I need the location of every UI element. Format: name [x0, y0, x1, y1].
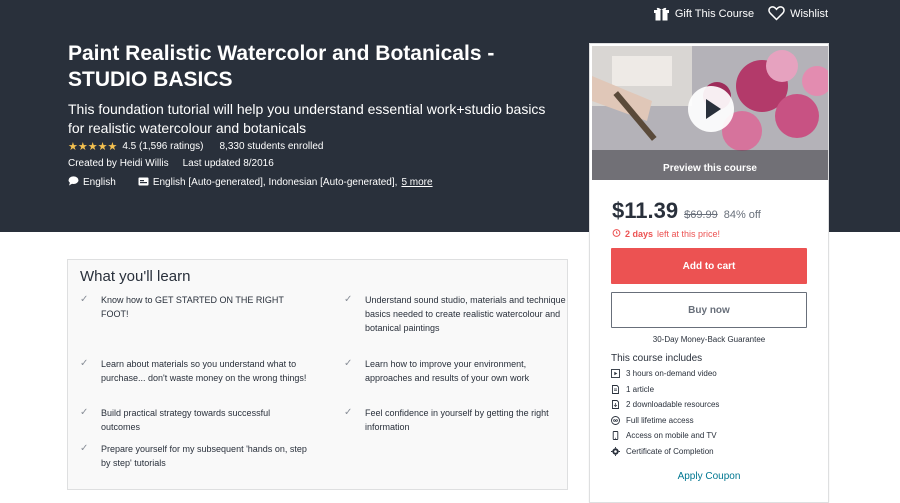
check-icon: ✓ [344, 358, 353, 369]
instructor-credit[interactable]: Created by Heidi Willis [68, 158, 169, 169]
includes-title: This course includes [611, 353, 703, 364]
top-actions: Gift This Course Wishlist [653, 6, 828, 21]
check-icon: ✓ [80, 294, 89, 305]
includes-list: 3 hours on-demand video 1 article 2 down… [611, 366, 719, 459]
sale-timer: 2 days left at this price! [612, 228, 720, 239]
check-icon: ✓ [80, 443, 89, 454]
captions-languages: English [Auto-generated], Indonesian [Au… [152, 177, 398, 188]
check-icon: ✓ [344, 294, 353, 305]
wishlist-label: Wishlist [790, 7, 828, 20]
wishlist-button[interactable]: Wishlist [768, 6, 828, 21]
check-icon: ✓ [80, 358, 89, 369]
discount-percent: 84% off [723, 209, 761, 221]
enrolled-count: 8,330 students enrolled [219, 141, 324, 152]
learn-item: ✓ Understand sound studio, materials and… [344, 294, 566, 333]
course-preview-video[interactable]: Preview this course [592, 46, 828, 180]
course-language: English [83, 177, 116, 188]
infinity-icon [611, 415, 620, 425]
certificate-icon [611, 446, 620, 456]
purchase-sidebar: Preview this course $11.39 $69.99 84% of… [589, 43, 829, 503]
check-icon: ✓ [80, 407, 89, 418]
preview-label: Preview this course [663, 163, 757, 174]
heart-icon [768, 6, 785, 21]
resource-icon [611, 400, 620, 410]
includes-item: 2 downloadable resources [611, 397, 719, 413]
course-subtitle: This foundation tutorial will help you u… [68, 101, 546, 136]
includes-item: Access on mobile and TV [611, 428, 719, 444]
article-icon [611, 384, 620, 394]
alarm-clock-icon [612, 228, 621, 239]
star-rating-icon: ★★★★★ [68, 141, 118, 153]
speech-bubble-icon [68, 176, 79, 189]
gift-course-button[interactable]: Gift This Course [653, 6, 754, 21]
learn-item: ✓ Know how to GET STARTED ON THE RIGHT F… [80, 294, 284, 319]
gift-course-label: Gift This Course [674, 7, 755, 20]
course-title: Paint Realistic Watercolor and Botanical… [68, 42, 495, 91]
add-to-cart-button[interactable]: Add to cart [611, 248, 807, 284]
check-icon: ✓ [344, 407, 353, 418]
money-back-guarantee: 30-Day Money-Back Guarantee [652, 335, 766, 344]
learn-item: ✓ Build practical strategy towards succe… [80, 407, 271, 432]
meta-row: Created by Heidi Willis Last updated 8/2… [68, 158, 274, 169]
buy-now-button[interactable]: Buy now [611, 292, 807, 328]
learn-item: ✓ Feel confidence in yourself by getting… [344, 407, 549, 432]
price-row: $11.39 $69.99 84% off [612, 198, 761, 224]
includes-item: 1 article [611, 382, 719, 398]
apply-coupon-link[interactable]: Apply Coupon [590, 471, 828, 482]
video-icon [611, 369, 620, 379]
learn-item: ✓ Learn how to improve your environment,… [344, 358, 530, 383]
learn-item: ✓ Learn about materials so you understan… [80, 358, 307, 383]
rating-text[interactable]: 4.5 (1,596 ratings) [122, 141, 203, 152]
play-icon[interactable] [688, 86, 734, 132]
rating-row: ★★★★★ 4.5 (1,596 ratings) 8,330 students… [68, 140, 323, 153]
learn-item: ✓ Prepare yourself for my subsequent 'ha… [80, 443, 307, 468]
includes-item: Certificate of Completion [611, 444, 719, 460]
original-price: $69.99 [684, 209, 718, 221]
timer-text: left at this price! [657, 228, 721, 239]
mobile-icon [611, 431, 620, 441]
last-updated: Last updated 8/2016 [182, 158, 274, 169]
captions-icon [138, 177, 149, 189]
current-price: $11.39 [612, 198, 679, 223]
timer-days: 2 days [625, 228, 654, 239]
gift-icon [653, 6, 670, 21]
more-languages-link[interactable]: 5 more [401, 177, 432, 188]
language-row: English English [Auto-generated], Indone… [68, 176, 433, 189]
includes-item: 3 hours on-demand video [611, 366, 719, 382]
includes-item: Full lifetime access [611, 413, 719, 429]
what-you-learn-title: What you'll learn [80, 268, 191, 285]
what-you-learn-box: What you'll learn ✓ Know how to GET STAR… [67, 259, 568, 490]
